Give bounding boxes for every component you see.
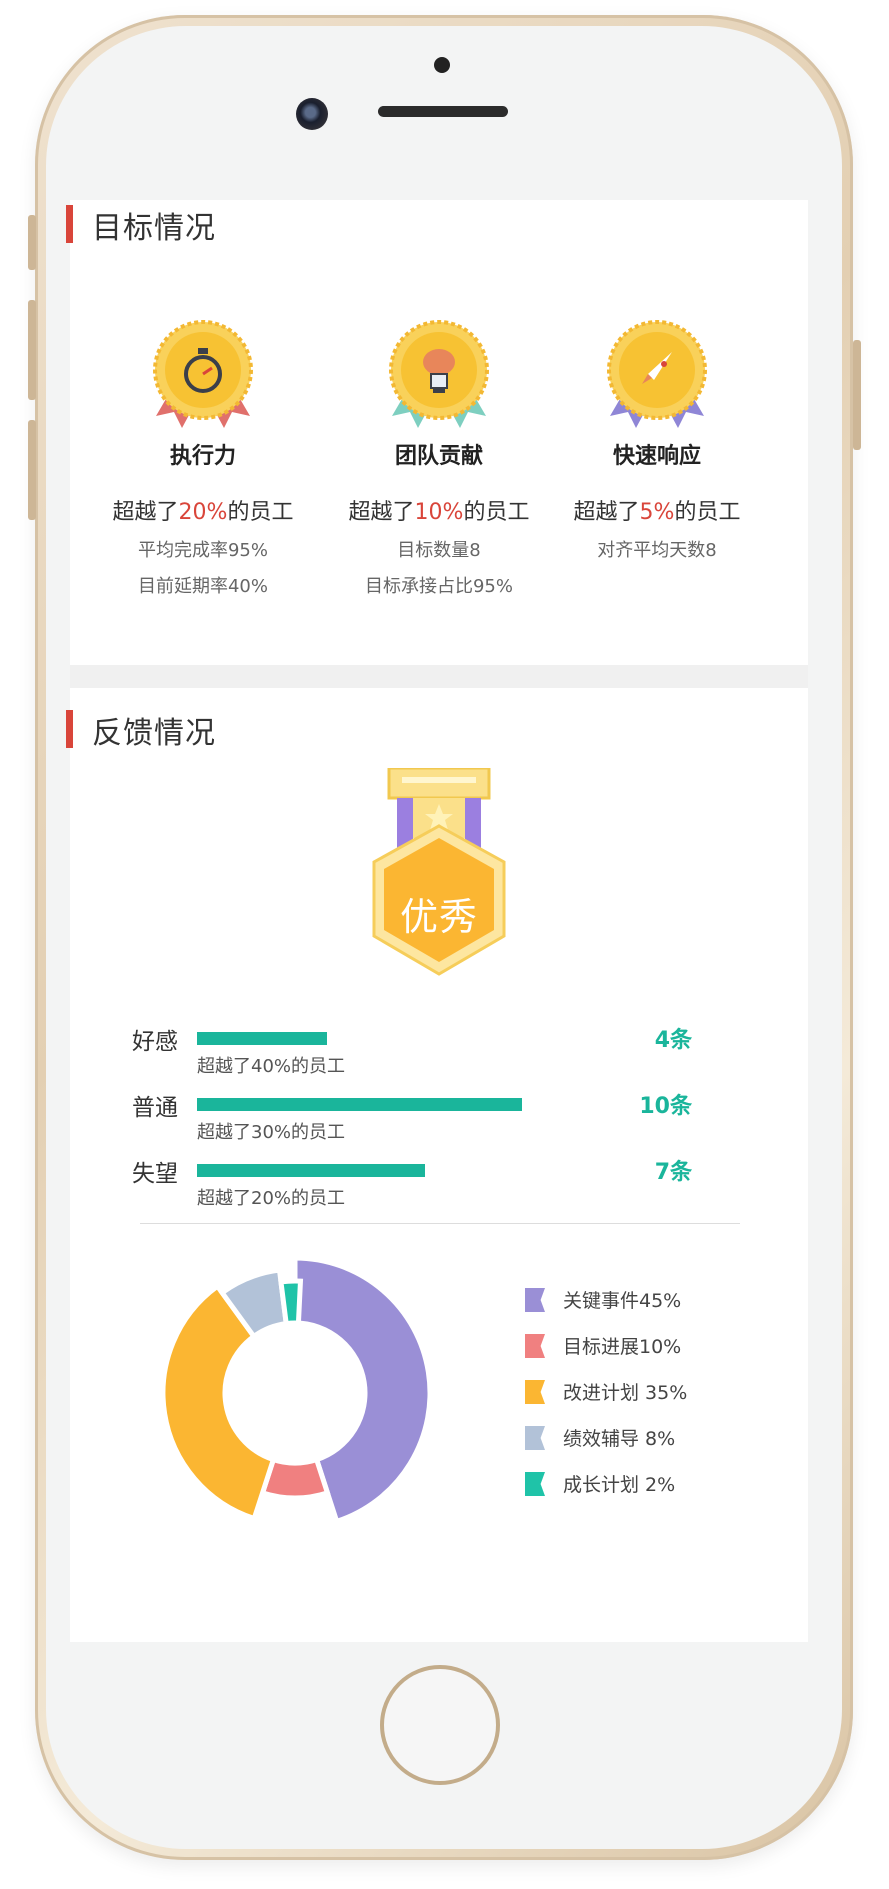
- stat-goal-count: 目标数量8: [397, 540, 481, 561]
- feedback-row-positive[interactable]: 好感 超越了40%的员工 4条: [132, 1022, 692, 1082]
- beyond-text: 超越了20%的员工: [112, 500, 294, 525]
- bar-sub: 超越了30%的员工: [197, 1122, 346, 1143]
- side-button-mute: [28, 215, 36, 270]
- goals-section-title: 目标情况: [92, 211, 216, 246]
- feedback-row-neutral[interactable]: 普通 超越了30%的员工 10条: [132, 1088, 692, 1148]
- stat-delay-rate: 目前延期率40%: [137, 576, 268, 597]
- stat-completion-rate: 平均完成率95%: [137, 540, 268, 561]
- donut-slice-5[interactable]: [278, 1278, 304, 1327]
- feedback-section-title: 反馈情况: [92, 716, 216, 751]
- bar-label: 好感: [132, 1029, 178, 1055]
- legend-swatch: [525, 1380, 545, 1404]
- bar-track: [197, 1032, 522, 1045]
- legend-swatch: [525, 1472, 545, 1496]
- legend-swatch: [525, 1334, 545, 1358]
- feedback-row-negative[interactable]: 失望 超越了20%的员工 7条: [132, 1154, 692, 1214]
- legend-label: 目标进展10%: [563, 1336, 682, 1358]
- rocket-icon: [607, 320, 707, 428]
- medal-fast-response[interactable]: 快速响应 超越了5%的员工 对齐平均天数8: [542, 318, 772, 562]
- rating-medal: 优秀: [364, 766, 514, 988]
- stat-goal-share: 目标承接占比95%: [364, 576, 513, 597]
- section-marker: [66, 710, 73, 748]
- side-button-power: [853, 340, 861, 450]
- front-camera-icon: [296, 98, 328, 130]
- bar-label: 普通: [132, 1095, 178, 1121]
- stat-align-days: 对齐平均天数8: [597, 540, 717, 561]
- beyond-text: 超越了10%的员工: [348, 500, 530, 525]
- bar-sub: 超越了20%的员工: [197, 1188, 346, 1209]
- bar-fill: [197, 1164, 425, 1177]
- bar-fill: [197, 1098, 522, 1111]
- legend-swatch: [525, 1426, 545, 1450]
- bar-track: [197, 1164, 522, 1177]
- legend-label: 改进计划 35%: [563, 1382, 688, 1404]
- rating-text: 优秀: [399, 895, 478, 939]
- medal-star-icon: [372, 766, 506, 976]
- medal-execution[interactable]: 执行力 超越了20%的员工 平均完成率95% 目前延期率40%: [88, 318, 318, 598]
- legend-swatch: [525, 1288, 545, 1312]
- section-marker: [66, 205, 73, 243]
- home-button[interactable]: [380, 1665, 500, 1785]
- legend-label: 成长计划 2%: [563, 1474, 676, 1496]
- bar-label: 失望: [132, 1161, 178, 1187]
- legend-label: 关键事件45%: [563, 1290, 682, 1312]
- bar-sub: 超越了40%的员工: [197, 1056, 346, 1077]
- bar-track: [197, 1098, 522, 1111]
- medal-name: 快速响应: [612, 444, 701, 469]
- beyond-text: 超越了5%的员工: [573, 500, 741, 525]
- medal-name: 团队贡献: [394, 444, 483, 469]
- side-button-volume-down: [28, 420, 36, 520]
- brain-lightbulb-icon: [389, 320, 489, 428]
- bar-count: 10条: [639, 1094, 692, 1119]
- side-button-volume-up: [28, 300, 36, 400]
- bar-count: 4条: [654, 1028, 692, 1053]
- earpiece-speaker: [378, 106, 508, 117]
- divider: [140, 1223, 740, 1224]
- bar-count: 7条: [654, 1160, 692, 1185]
- app-screen: 目标情况 执行力 超越了20%的员工 平均完成率95% 目前延期率40% 团队贡…: [66, 200, 808, 1642]
- goals-card: 目标情况 执行力 超越了20%的员工 平均完成率95% 目前延期率40% 团队贡…: [66, 200, 808, 665]
- donut-chart: [160, 1255, 433, 1525]
- proximity-sensor: [434, 57, 450, 73]
- feedback-card: 反馈情况 优秀 好感 超越了40%的员工 4条 普通 超越了30%的员工 10条…: [66, 688, 808, 1642]
- timer-icon: [153, 320, 253, 428]
- bar-fill: [197, 1032, 327, 1045]
- legend-label: 绩效辅导 8%: [563, 1428, 676, 1450]
- medal-team-contribution[interactable]: 团队贡献 超越了10%的员工 目标数量8 目标承接占比95%: [324, 318, 554, 598]
- medal-name: 执行力: [169, 444, 236, 469]
